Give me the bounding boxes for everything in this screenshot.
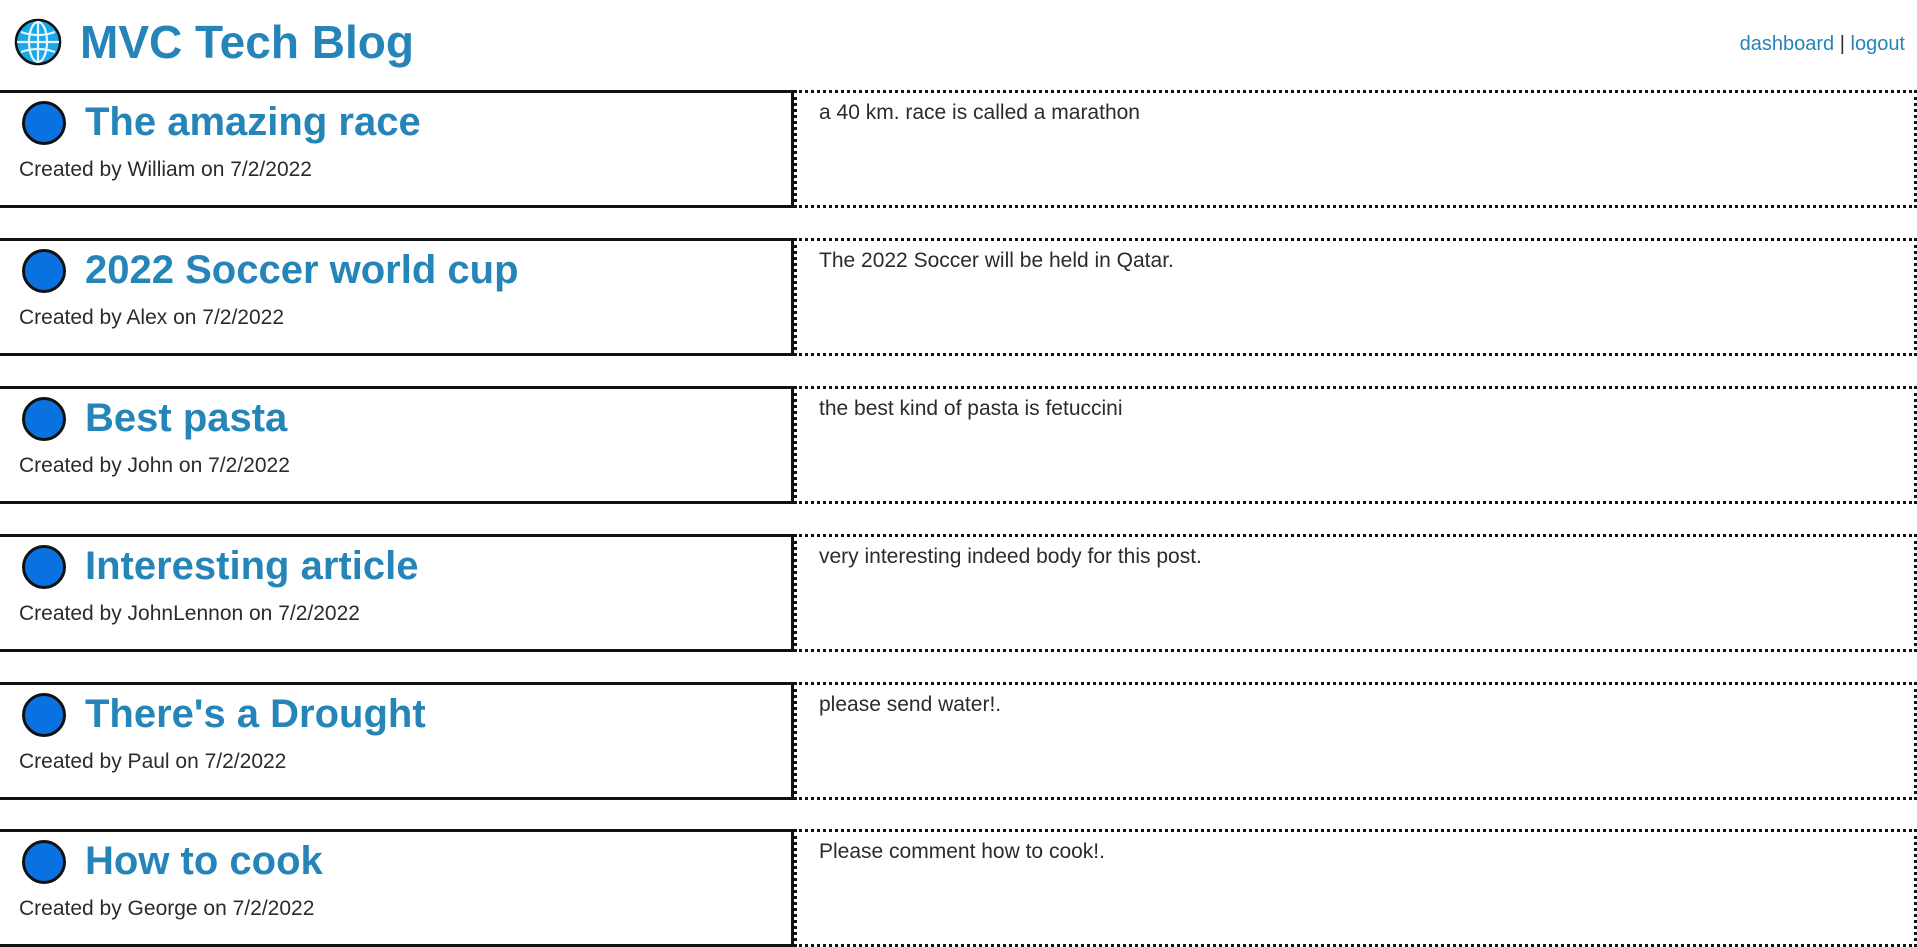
- post-meta: Created by JohnLennon on 7/2/2022: [19, 602, 360, 625]
- post-title[interactable]: How to cook: [85, 836, 323, 886]
- post-header[interactable]: How to cook Created by George on 7/2/202…: [0, 829, 794, 947]
- post-header[interactable]: There's a Drought Created by Paul on 7/2…: [0, 682, 794, 800]
- post-meta: Created by William on 7/2/2022: [19, 158, 312, 181]
- post-meta: Created by Paul on 7/2/2022: [19, 750, 287, 773]
- post-bullet-icon: [22, 840, 66, 884]
- post-title[interactable]: There's a Drought: [85, 689, 426, 739]
- post-title[interactable]: Interesting article: [85, 541, 418, 591]
- post-bullet-icon: [22, 101, 66, 145]
- post-body: very interesting indeed body for this po…: [794, 534, 1917, 652]
- post-body: the best kind of pasta is fetuccini: [794, 386, 1917, 504]
- post-body: Please comment how to cook!.: [794, 829, 1917, 947]
- post-body: The 2022 Soccer will be held in Qatar.: [794, 238, 1917, 356]
- post-header[interactable]: The amazing race Created by William on 7…: [0, 90, 794, 208]
- post-title[interactable]: Best pasta: [85, 393, 287, 443]
- post-card: The amazing race Created by William on 7…: [0, 90, 1917, 208]
- post-card: How to cook Created by George on 7/2/202…: [0, 829, 1917, 947]
- post-title[interactable]: 2022 Soccer world cup: [85, 245, 519, 295]
- post-bullet-icon: [22, 545, 66, 589]
- post-bullet-icon: [22, 397, 66, 441]
- post-header[interactable]: 2022 Soccer world cup Created by Alex on…: [0, 238, 794, 356]
- post-title[interactable]: The amazing race: [85, 97, 421, 147]
- post-card: There's a Drought Created by Paul on 7/2…: [0, 682, 1917, 800]
- post-bullet-icon: [22, 249, 66, 293]
- post-bullet-icon: [22, 693, 66, 737]
- post-body: please send water!.: [794, 682, 1917, 800]
- post-header[interactable]: Interesting article Created by JohnLenno…: [0, 534, 794, 652]
- post-header[interactable]: Best pasta Created by John on 7/2/2022: [0, 386, 794, 504]
- post-meta: Created by George on 7/2/2022: [19, 897, 315, 920]
- post-card: Interesting article Created by JohnLenno…: [0, 534, 1917, 652]
- post-card: Best pasta Created by John on 7/2/2022 t…: [0, 386, 1917, 504]
- post-card: 2022 Soccer world cup Created by Alex on…: [0, 238, 1917, 356]
- post-meta: Created by John on 7/2/2022: [19, 454, 290, 477]
- post-meta: Created by Alex on 7/2/2022: [19, 306, 285, 329]
- post-list: The amazing race Created by William on 7…: [0, 0, 1917, 947]
- post-body: a 40 km. race is called a marathon: [794, 90, 1917, 208]
